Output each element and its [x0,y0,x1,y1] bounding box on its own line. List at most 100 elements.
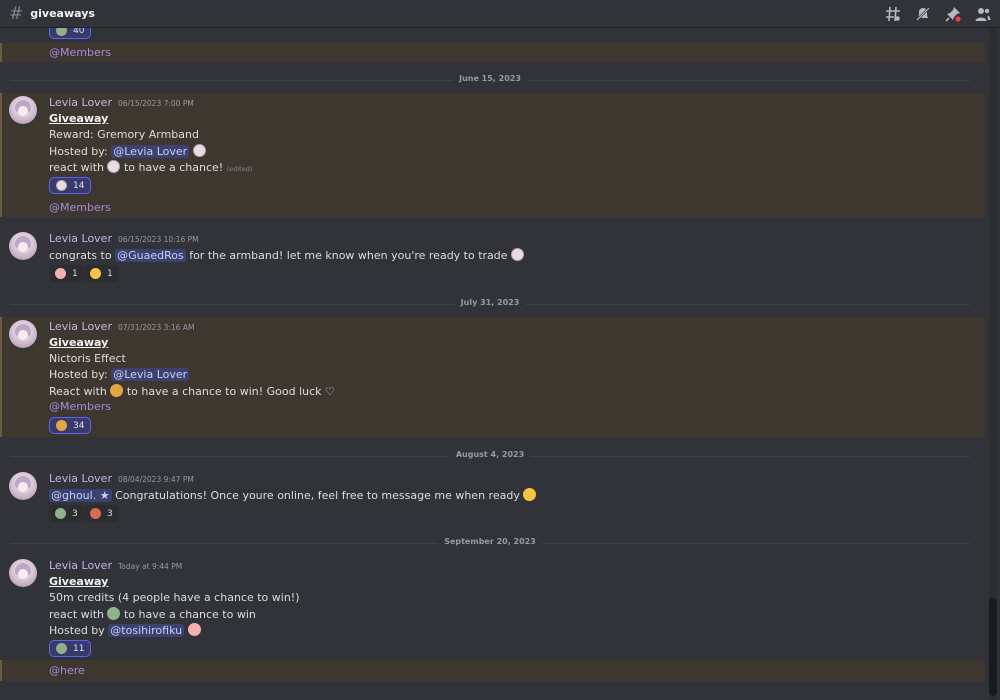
user-mention[interactable]: @ghoul. ★ [49,489,112,502]
reaction-button[interactable]: 40 [49,28,92,39]
author-name[interactable]: Levia Lover [49,472,112,485]
user-mention[interactable]: @tosihirofiku [108,624,185,637]
emoji-icon [55,268,66,279]
author-name[interactable]: Levia Lover [49,232,112,245]
emoji-icon [523,488,537,501]
emoji-icon [90,508,101,519]
user-mention[interactable]: @Levia Lover [111,145,190,158]
reaction-button[interactable]: 1 [49,265,84,282]
user-mention[interactable]: @GuaedRos [115,249,186,262]
reaction-button[interactable]: 3 [84,505,119,522]
channel-header: # giveaways [0,0,1000,28]
giveaway-title: Giveaway [49,336,109,349]
reaction-button[interactable]: 1 [84,265,119,282]
reaction-button[interactable]: 14 [49,177,92,194]
channel-name: giveaways [30,7,95,20]
message-line: Hosted by: @Levia Lover [49,144,206,158]
date-label: August 4, 2023 [449,450,531,459]
avatar[interactable] [9,472,37,500]
user-mention[interactable]: @Levia Lover [111,368,190,381]
emoji-icon [511,248,525,261]
message-text: react with [49,161,104,174]
avatar[interactable] [9,96,37,124]
author-name[interactable]: Levia Lover [49,320,112,333]
message-line: Reward: Gremory Armband [49,128,199,141]
reaction-count: 14 [73,180,85,191]
message-text: React with [49,385,107,398]
threads-icon[interactable] [884,5,902,23]
message-line: Nictoris Effect [49,352,126,365]
timestamp: Today at 9:44 PM [117,562,183,571]
message-text: 50m credits (4 people have a chance to w… [49,591,300,604]
author-name[interactable]: Levia Lover [49,559,112,572]
giveaway-title: Giveaway [49,575,109,588]
role-mention[interactable]: @here [49,664,85,677]
avatar[interactable] [9,232,37,260]
emoji-icon [90,268,101,279]
message-header: Levia Lover 08/04/2023 9:47 PM [49,472,194,485]
reaction-button[interactable]: 34 [49,417,92,434]
timestamp: 06/15/2023 7:00 PM [117,99,194,108]
date-divider: July 31, 2023 [10,298,970,307]
message-text: Congratulations! Once youre online, feel… [115,489,520,502]
message-header: Levia Lover Today at 9:44 PM [49,559,182,572]
channel-hash-icon: # [9,3,24,24]
date-divider: June 15, 2023 [10,74,970,83]
message-text: Nictoris Effect [49,352,126,365]
reaction-count: 11 [73,643,85,654]
members-icon[interactable] [974,5,992,23]
scrollbar-thumb[interactable] [989,598,997,696]
date-divider: September 20, 2023 [10,537,970,546]
author-name[interactable]: Levia Lover [49,96,112,109]
reaction-count: 1 [107,268,113,279]
header-toolbar [884,5,992,23]
date-divider: August 4, 2023 [10,450,970,459]
date-label: July 31, 2023 [454,298,526,307]
message-text: for the armband! let me know when you're… [189,249,508,262]
message-line: congrats to @GuaedRos for the armband! l… [49,248,525,262]
timestamp: 07/31/2023 3:16 AM [117,323,195,332]
message-text: to have a chance to win [123,608,256,621]
reaction-button[interactable]: 11 [49,640,92,657]
message-line: Giveaway [49,575,108,588]
bell-slash-icon[interactable] [914,5,932,23]
message-text: Hosted by [49,624,105,637]
emoji-icon [107,160,121,173]
timestamp: 08/04/2023 9:47 PM [117,475,194,484]
highlight-band [0,660,985,681]
reaction-button[interactable]: 3 [49,505,84,522]
message-header: Levia Lover 06/15/2023 10:16 PM [49,232,199,245]
role-mention[interactable]: @Members [49,400,111,413]
emoji-icon [192,144,206,157]
emoji-icon [55,508,66,519]
message-feed[interactable]: 40 @Members June 15, 2023 Levia Lover 06/… [0,28,985,700]
role-mention-line: @Members [49,46,111,59]
message-text: to have a chance! [123,161,224,174]
pin-icon[interactable] [944,5,962,23]
message-header: Levia Lover 06/15/2023 7:00 PM [49,96,194,109]
role-mention-line: @Members [49,400,111,413]
date-label: September 20, 2023 [438,537,542,546]
avatar[interactable] [9,320,37,348]
message-line: react with to have a chance to win [49,607,256,621]
date-label: June 15, 2023 [453,74,527,83]
giveaway-title: Giveaway [49,112,109,125]
timestamp: 06/15/2023 10:16 PM [117,235,199,244]
message-line: Hosted by @tosihirofiku [49,623,201,637]
emoji-icon [187,623,201,636]
emoji-icon [56,180,67,191]
emoji-icon [107,607,121,620]
role-mention[interactable]: @Members [49,201,111,214]
role-mention[interactable]: @Members [49,46,111,59]
message-text: congrats to [49,249,112,262]
message-line: @ghoul. ★ Congratulations! Once youre on… [49,488,537,502]
message-line: Hosted by: @Levia Lover [49,368,190,381]
message-line: Giveaway [49,112,108,125]
scrollbar[interactable] [989,28,997,700]
message-text: Hosted by: [49,368,108,381]
avatar[interactable] [9,559,37,587]
message-text: Reward: Gremory Armband [49,128,199,141]
reaction-count: 34 [73,420,85,431]
emoji-icon [110,384,124,397]
message-text: Hosted by: [49,145,108,158]
